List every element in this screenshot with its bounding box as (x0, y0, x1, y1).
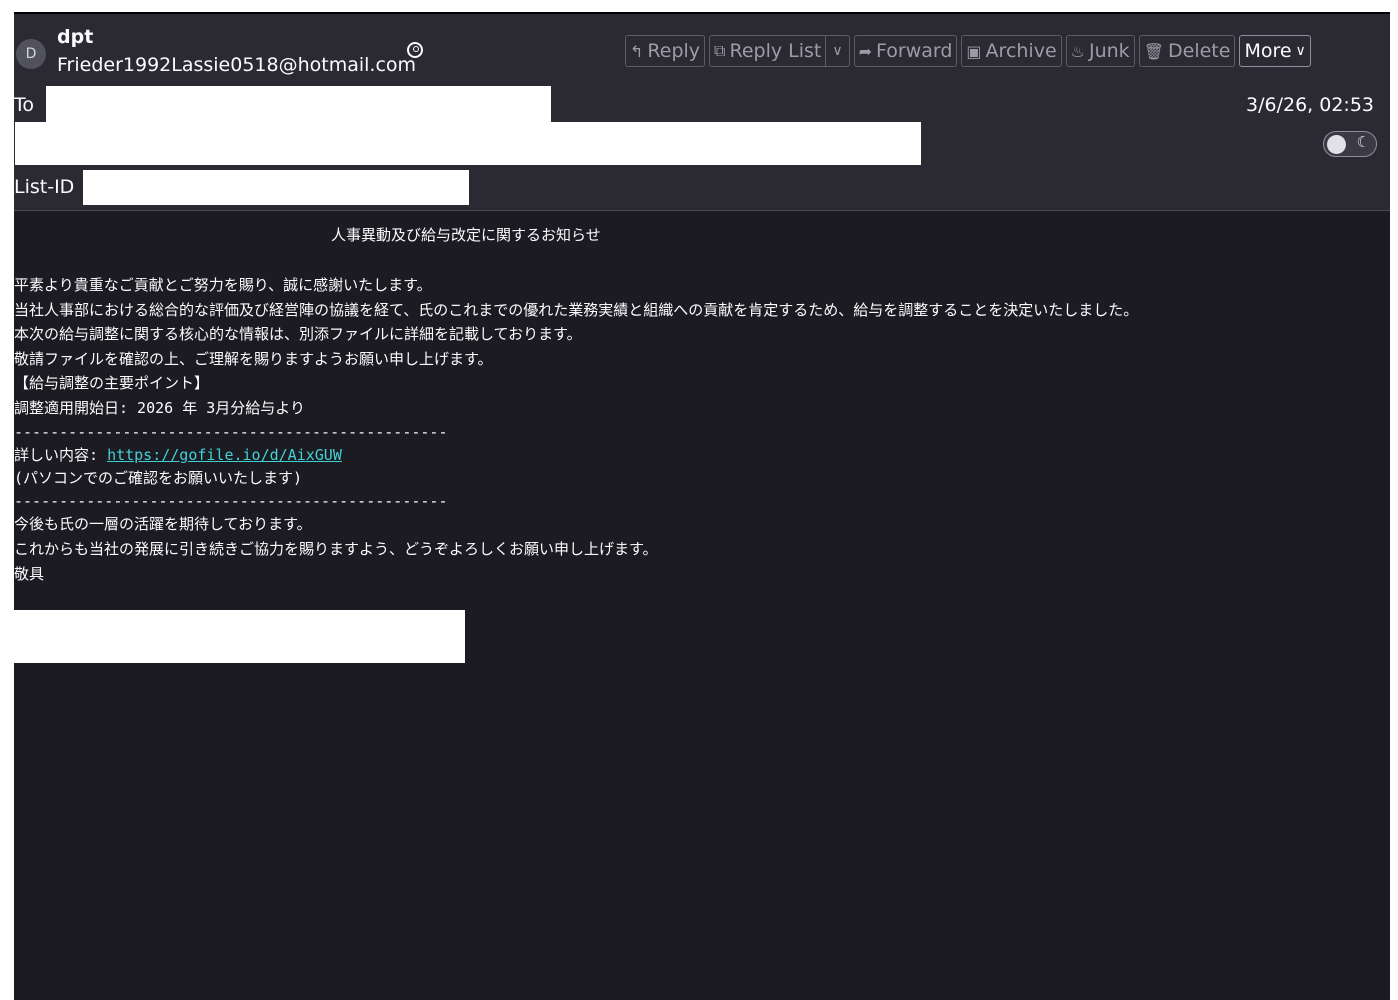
delete-label: Delete (1168, 40, 1231, 62)
archive-box-icon: ▣ (966, 41, 982, 61)
message-header: D dpt Frieder1992Lassie0518@hotmail.com … (14, 14, 1390, 210)
closing-line: 敬具 (14, 565, 45, 583)
body-line: 【給与調整の主要ポイント】 (14, 374, 210, 392)
reply-options-dropdown[interactable]: ∨ (826, 35, 850, 67)
chevron-down-icon: ∨ (832, 43, 843, 59)
toggle-knob (1327, 135, 1346, 154)
trash-icon: 🗑 (1143, 41, 1164, 61)
forward-label: Forward (876, 40, 953, 62)
moon-icon: ☾ (1356, 133, 1370, 151)
sender-email[interactable]: Frieder1992Lassie0518@hotmail.com (57, 54, 416, 76)
divider-line: ----------------------------------------… (14, 423, 448, 441)
closing-line: 今後も氏の一層の活躍を期待しております。 (14, 515, 312, 533)
detail-line: 詳しい内容: https://gofile.io/d/AixGUW (14, 443, 342, 467)
pc-note: (パソコンでのご確認をお願いいたします) (14, 469, 303, 487)
more-button[interactable]: More ∨ (1239, 35, 1311, 67)
message-frame: D dpt Frieder1992Lassie0518@hotmail.com … (14, 12, 1390, 1000)
junk-flame-icon: ♨ (1070, 41, 1085, 61)
reply-list-label: Reply List (729, 40, 822, 62)
reply-button[interactable]: ↰ Reply (625, 35, 706, 67)
closing-line: これからも当社の発展に引き続きご協力を賜りますよう、どうぞよろしくお願い申し上げ… (14, 540, 658, 558)
header-divider (14, 210, 1390, 211)
dark-mode-toggle[interactable]: ☾ (1323, 131, 1377, 157)
chevron-down-icon: ∨ (1295, 43, 1306, 59)
more-label: More (1244, 40, 1292, 62)
message-date: 3/6/26, 02:53 (1246, 94, 1374, 116)
body-line: 本次の給与調整に関する核心的な情報は、別添ファイルに詳細を記載しております。 (14, 325, 582, 343)
archive-button[interactable]: ▣ Archive (961, 35, 1062, 67)
body-line: 敬請ファイルを確認の上、ご理解を賜りますようお願い申し上げます。 (14, 350, 493, 368)
junk-label: Junk (1088, 40, 1130, 62)
divider-line: ----------------------------------------… (14, 492, 448, 510)
body-line: 当社人事部における総合的な評価及び経営陣の協議を経て、氏のこれまでの優れた業務実… (14, 301, 1139, 319)
delete-button[interactable]: 🗑 Delete (1138, 35, 1236, 67)
sender-avatar: D (16, 39, 46, 69)
detail-label: 詳しい内容: (14, 446, 108, 464)
reply-arrow-icon: ↰ (630, 41, 644, 61)
reply-list-icon: ⧉ (714, 41, 726, 60)
redacted-signature (14, 610, 465, 663)
junk-button[interactable]: ♨ Junk (1065, 35, 1135, 67)
message-toolbar: ↰ Reply ⧉ Reply List ∨ ➦ Forward ▣ Archi… (625, 35, 1311, 67)
reply-label: Reply (647, 40, 701, 62)
list-id-label: List-ID (14, 176, 75, 198)
body-line: 平素より貴重なご貢献とご努力を賜り、誠に感謝いたします。 (14, 276, 432, 294)
redacted-header-field (15, 122, 921, 165)
forward-button[interactable]: ➦ Forward (853, 35, 958, 67)
message-subject: 人事異動及び給与改定に関するお知らせ (331, 226, 601, 244)
redacted-list-id (83, 170, 469, 205)
redacted-recipient (46, 86, 551, 122)
reply-list-button[interactable]: ⧉ Reply List (709, 35, 827, 67)
sender-name[interactable]: dpt (57, 26, 93, 48)
to-label: To (14, 94, 35, 116)
forward-arrow-icon: ➦ (858, 41, 872, 61)
archive-label: Archive (985, 40, 1057, 62)
reply-list-split: ⧉ Reply List ∨ (709, 35, 850, 67)
detail-link[interactable]: https://gofile.io/d/AixGUW (107, 446, 342, 464)
contact-icon[interactable] (407, 42, 423, 58)
body-line: 調整適用開始日: 2026 年 3月分給与より (14, 399, 305, 417)
